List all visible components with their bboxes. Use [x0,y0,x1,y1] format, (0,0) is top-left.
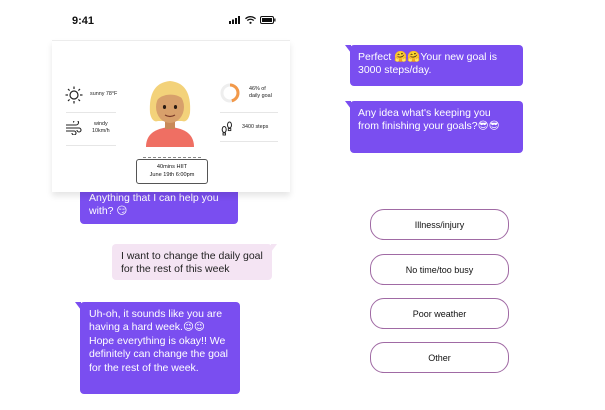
weather-stat: sunny 78°F [65,86,117,104]
wind-stat: windy 10km/h [65,121,110,136]
option-other[interactable]: Other [370,342,509,373]
goal-line1: 46% of [249,85,266,92]
health-dashboard: sunny 78°F windy 10km/h 46% of daily goa… [52,40,290,192]
option-poor-weather[interactable]: Poor weather [370,298,509,329]
session-card[interactable]: 40mins HIIT June 19th 6:00pm [136,157,208,184]
option-illness-injury[interactable]: Illness/injury [370,209,509,240]
footprints-icon [221,121,232,136]
user-message: I want to change the daily goal for the … [112,244,277,280]
sun-icon [65,86,83,104]
steps-text: 3400 steps [242,124,269,131]
bot-message: Uh-oh, it sounds like you are having a h… [75,302,240,394]
session-date: June 19th 6:00pm [149,171,195,178]
goal-stat: 46% of daily goal [219,82,272,104]
wind-icon [66,121,82,136]
signal-icon [229,16,240,24]
goal-line2: daily goal [249,93,272,99]
avatar [146,81,194,147]
wind-line1: windy [93,121,108,127]
wind-line2: 10km/h [92,128,110,135]
steps-stat: 3400 steps [221,120,268,136]
bot-message-new-goal: Perfect 🤗🤗Your new goal is 3000 steps/da… [345,45,523,86]
wifi-icon [245,16,256,24]
session-title: 40mins HIIT [156,164,188,170]
progress-ring-icon [220,83,240,103]
status-icons [229,16,276,24]
battery-icon [260,16,276,24]
status-time: 9:41 [72,15,95,27]
option-no-time[interactable]: No time/too busy [370,254,509,285]
weather-text: sunny 78°F [90,91,118,98]
bot-message-question: Any idea what's keeping you from finishi… [345,101,523,153]
